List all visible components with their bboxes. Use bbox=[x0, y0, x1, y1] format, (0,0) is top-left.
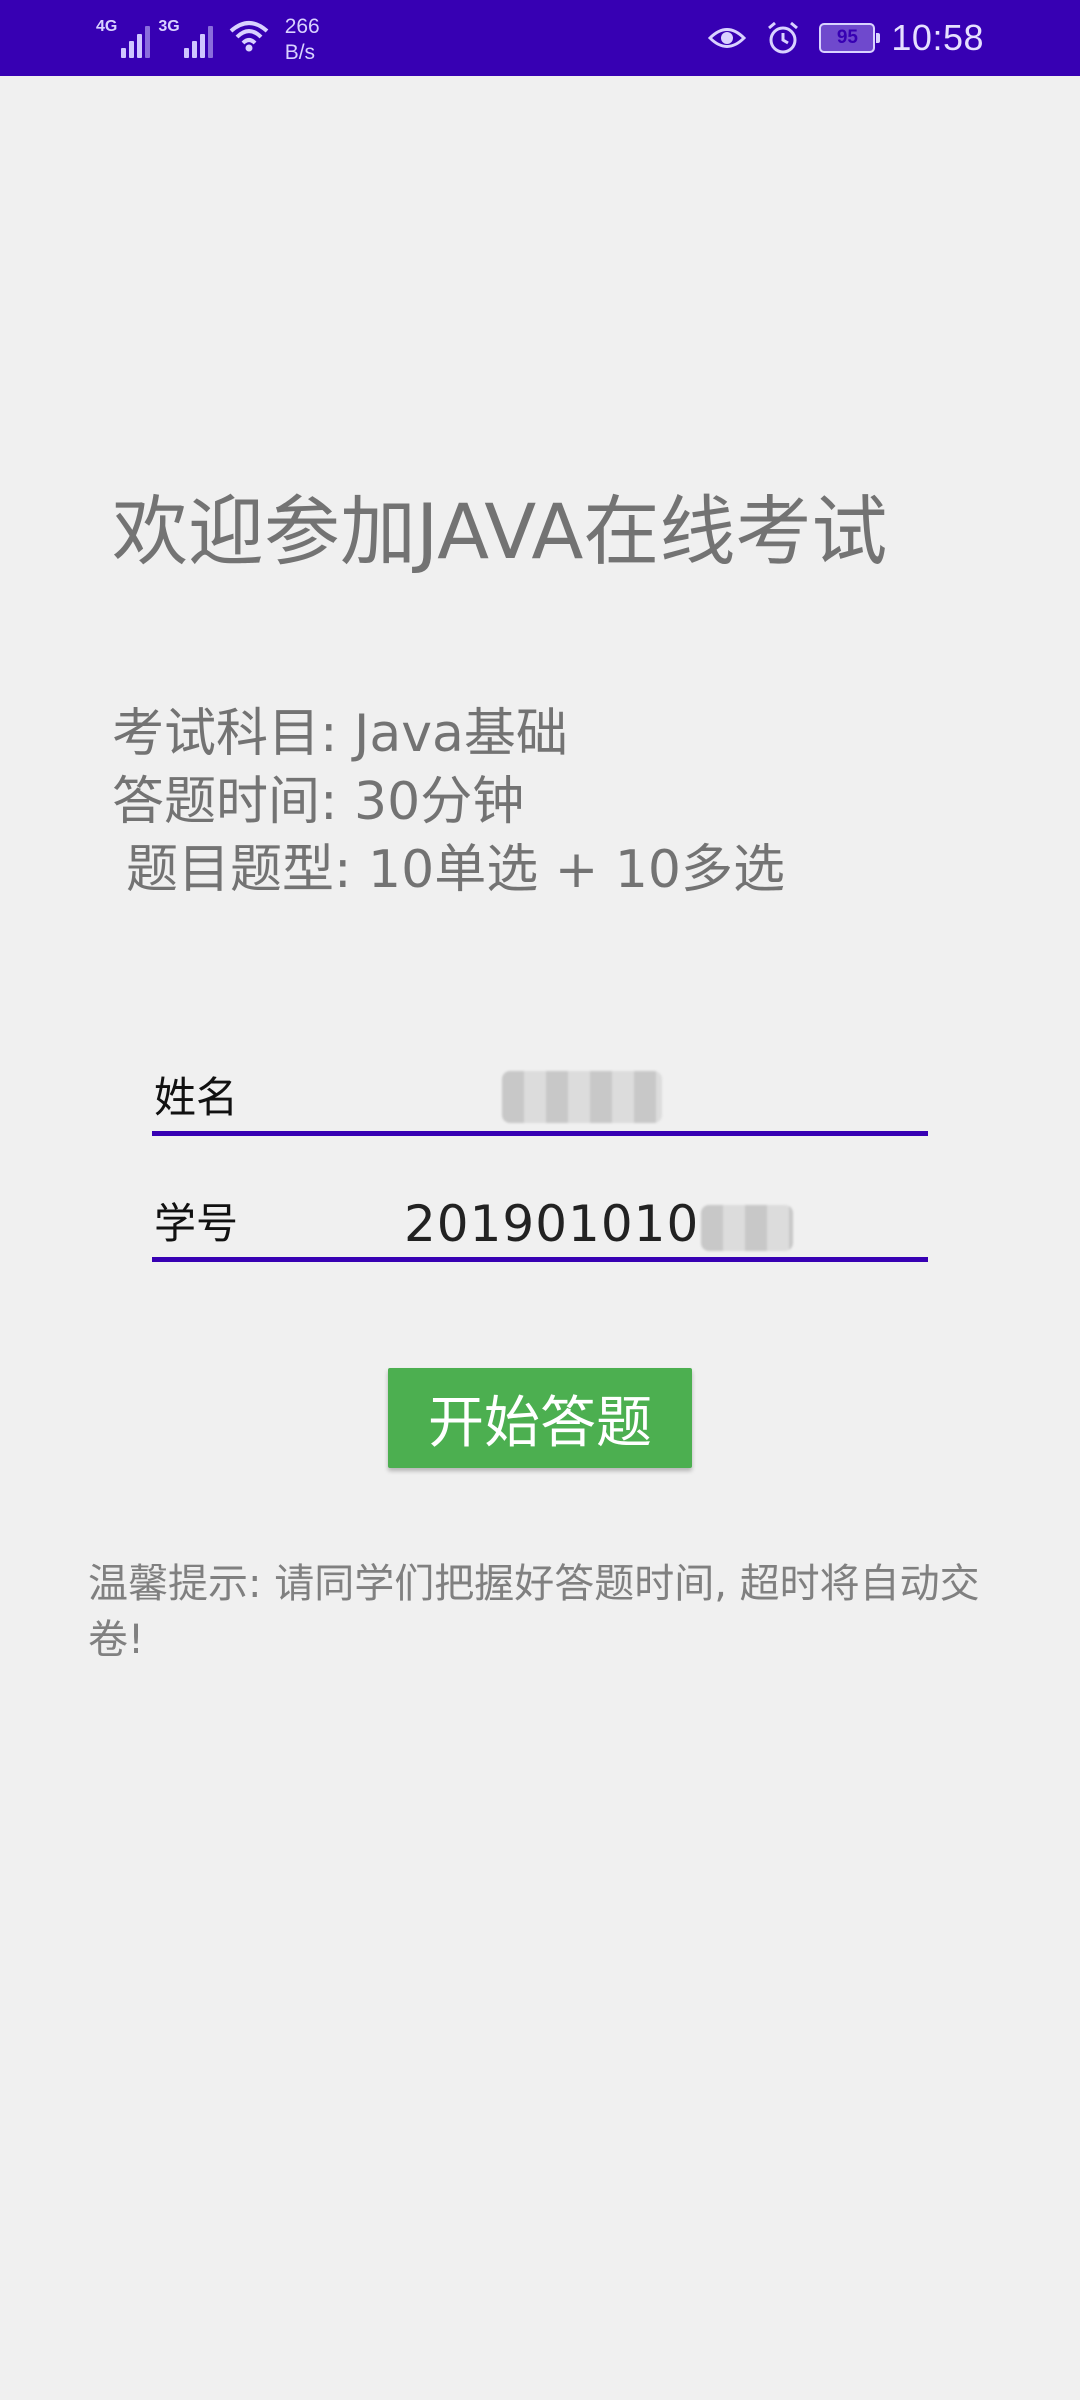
name-label: 姓名 bbox=[154, 1073, 239, 1122]
name-field[interactable]: 姓名 bbox=[152, 1046, 928, 1136]
eye-comfort-icon bbox=[707, 18, 747, 58]
signal-4g: 4G bbox=[96, 14, 151, 58]
clock: 10:58 bbox=[891, 17, 984, 58]
exam-info: 考试科目: Java基础 答题时间: 30分钟 题目题型: 10单选 + 10多… bbox=[112, 700, 785, 904]
network-type-label: 3G bbox=[158, 18, 180, 35]
signal-bars-icon bbox=[121, 24, 151, 58]
exam-subject: 考试科目: Java基础 bbox=[112, 704, 568, 764]
name-input[interactable] bbox=[502, 1065, 662, 1123]
network-type-label: 4G bbox=[96, 18, 118, 35]
speed-value: 266 bbox=[284, 15, 320, 38]
exam-duration: 答题时间: 30分钟 bbox=[112, 772, 525, 832]
tip-text: 温馨提示: 请同学们把握好答题时间, 超时将自动交卷! bbox=[88, 1561, 980, 1663]
signal-bars-icon bbox=[183, 24, 213, 58]
screen: 4G 3G 266 B/s 95 10:58 欢迎参加JAVA在线考试 考试科目… bbox=[0, 0, 1080, 2400]
exam-question-types: 题目题型: 10单选 + 10多选 bbox=[126, 840, 786, 900]
redacted-id-digits bbox=[701, 1204, 794, 1251]
battery-icon: 95 bbox=[819, 23, 881, 53]
alarm-icon bbox=[763, 18, 803, 58]
wifi-icon bbox=[227, 14, 271, 58]
student-id-label: 学号 bbox=[154, 1199, 239, 1248]
student-id-value: 201901010 bbox=[404, 1195, 700, 1253]
page-title: 欢迎参加JAVA在线考试 bbox=[112, 487, 888, 576]
redacted-name bbox=[502, 1071, 662, 1123]
student-id-input[interactable]: 201901010 bbox=[404, 1195, 794, 1253]
speed-unit: B/s bbox=[284, 41, 316, 64]
student-id-field[interactable]: 学号 201901010 bbox=[152, 1172, 928, 1262]
signal-3g: 3G bbox=[158, 14, 213, 58]
status-left: 4G 3G 266 B/s bbox=[96, 14, 320, 66]
status-right: 95 10:58 bbox=[707, 12, 984, 64]
status-bar: 4G 3G 266 B/s 95 10:58 bbox=[0, 0, 1080, 76]
start-exam-button[interactable]: 开始答题 bbox=[388, 1368, 692, 1468]
network-speed: 266 B/s bbox=[285, 14, 320, 66]
battery-level: 95 bbox=[836, 27, 858, 48]
